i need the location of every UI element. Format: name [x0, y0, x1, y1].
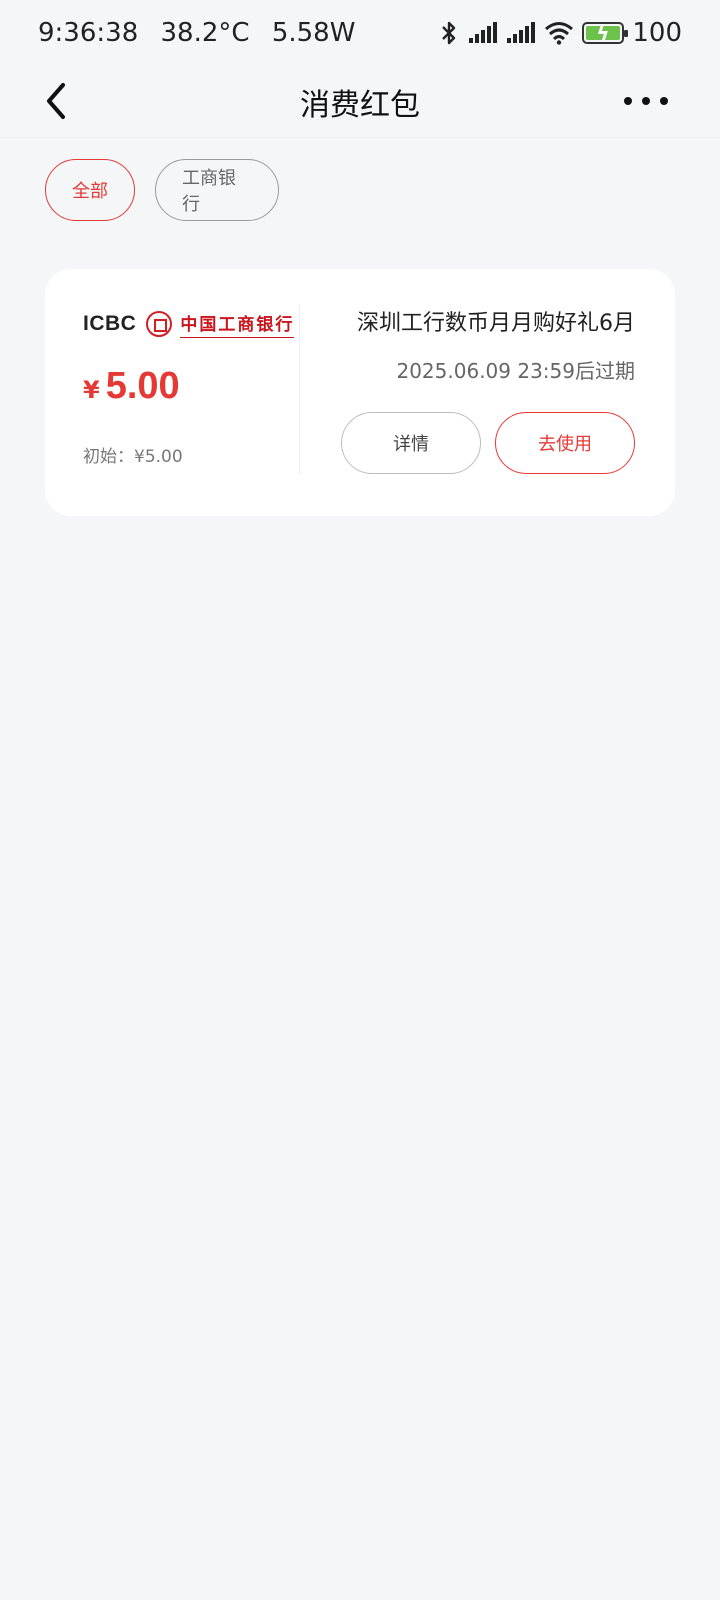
coupon-name: 深圳工行数币月月购好礼6月: [357, 311, 635, 336]
signal-icon: [469, 22, 498, 43]
amount-value: 5.00: [105, 365, 180, 407]
card-divider: [299, 305, 300, 475]
filter-chip-all[interactable]: 全部: [45, 159, 135, 221]
status-temperature: 38.2°C: [160, 18, 250, 48]
back-button[interactable]: [36, 76, 76, 126]
filter-bar: 全部 工商银行: [45, 159, 279, 221]
wifi-icon: [545, 22, 574, 45]
coupon-right: 深圳工行数币月月购好礼6月 2025.06.09 23:59后过期 详情 去使用: [305, 305, 635, 474]
status-bar: 9:36:38 38.2°C 5.58W ϟ 100: [0, 0, 720, 66]
icbc-seal-icon: [146, 311, 173, 337]
currency-symbol: ¥: [83, 376, 100, 404]
bluetooth-icon: [442, 21, 456, 45]
status-left: 9:36:38 38.2°C 5.58W: [38, 18, 369, 48]
detail-button[interactable]: 详情: [341, 412, 481, 474]
battery-level: 100: [632, 18, 682, 48]
status-power: 5.58W: [271, 18, 356, 48]
status-right: ϟ 100: [438, 18, 682, 48]
more-button[interactable]: [624, 86, 668, 116]
battery-icon: ϟ: [582, 21, 629, 45]
coupon-card[interactable]: ICBC 中国工商银行 ¥ 5.00 初始：¥5.00 深圳工行数币月月购好礼6…: [45, 269, 675, 516]
logo-text-en: ICBC: [83, 312, 137, 335]
status-time: 9:36:38: [38, 18, 139, 48]
chevron-left-icon: [47, 83, 65, 119]
icbc-logo: ICBC 中国工商银行: [83, 309, 297, 339]
coupon-actions: 详情 去使用: [305, 412, 635, 474]
coupon-left: ICBC 中国工商银行 ¥ 5.00 初始：¥5.00: [83, 309, 297, 477]
use-button[interactable]: 去使用: [495, 412, 635, 474]
signal-icon: [507, 22, 536, 43]
more-horizontal-icon: [624, 97, 632, 105]
coupon-expiry: 2025.06.09 23:59后过期: [396, 359, 635, 383]
coupon-amount: ¥ 5.00: [83, 365, 297, 408]
filter-chip-icbc[interactable]: 工商银行: [155, 159, 279, 221]
logo-text-cn: 中国工商银行: [180, 310, 295, 338]
page-title: 消费红包: [300, 87, 420, 123]
nav-bar: 消费红包: [0, 66, 720, 138]
initial-amount: 初始：¥5.00: [83, 447, 183, 467]
